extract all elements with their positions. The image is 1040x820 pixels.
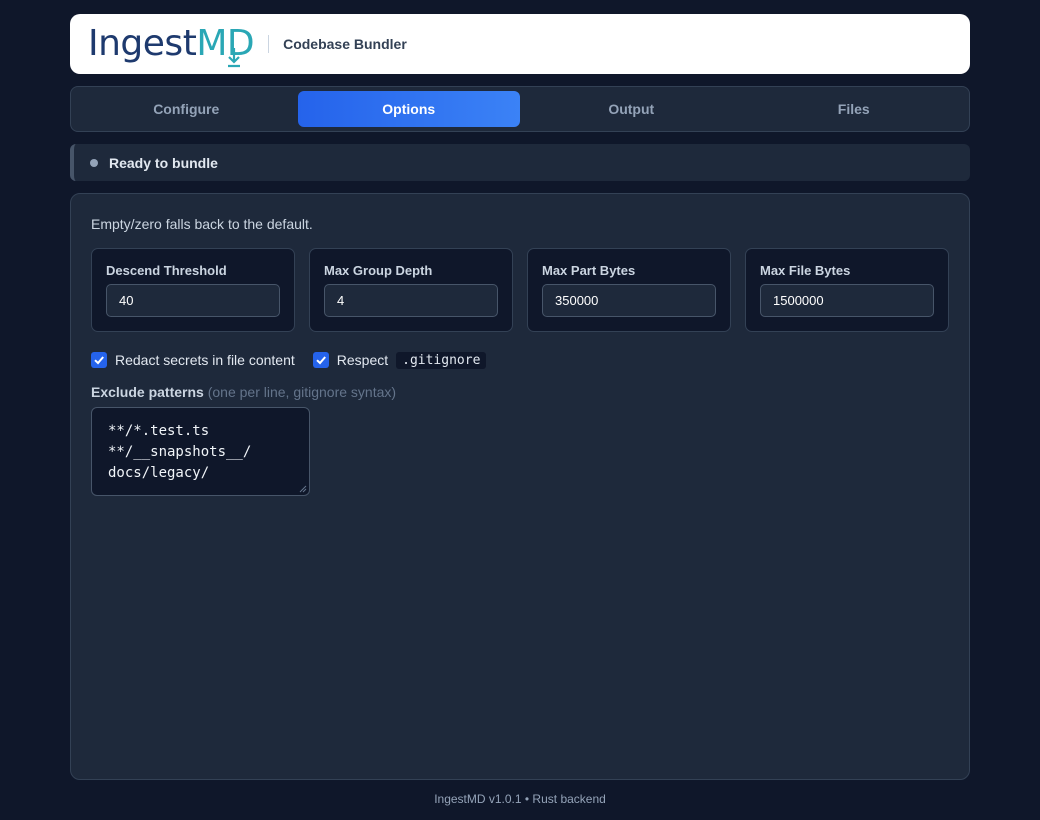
header-divider bbox=[268, 35, 270, 53]
exclude-pattern-line: docs/legacy/ bbox=[108, 465, 210, 481]
tab-bar: Configure Options Output Files bbox=[70, 86, 970, 132]
max-file-bytes-card: Max File Bytes bbox=[745, 248, 949, 332]
download-arrow-icon bbox=[228, 48, 241, 68]
logo-md-text: MD bbox=[196, 23, 255, 64]
redact-secrets-checkbox[interactable] bbox=[91, 352, 107, 368]
checkmark-icon bbox=[94, 356, 104, 365]
exclude-patterns-textarea[interactable]: **/*.test.ts **/__snapshots__/ docs/lega… bbox=[91, 407, 310, 496]
redact-secrets-option: Redact secrets in file content bbox=[91, 352, 295, 368]
tab-output[interactable]: Output bbox=[520, 91, 743, 127]
respect-gitignore-label: Respect bbox=[336, 352, 389, 368]
exclude-patterns-label: Exclude patterns bbox=[91, 384, 204, 400]
max-part-bytes-label: Max Part Bytes bbox=[542, 263, 636, 278]
max-file-bytes-label: Max File Bytes bbox=[760, 263, 851, 278]
exclude-pattern-line: **/*.test.ts bbox=[108, 423, 210, 439]
max-group-depth-card: Max Group Depth bbox=[309, 248, 513, 332]
logo-text-md: MD bbox=[196, 23, 255, 68]
respect-gitignore-option: Respect .gitignore bbox=[312, 351, 487, 369]
app-subtitle: Codebase Bundler bbox=[283, 36, 407, 52]
footer-text: IngestMD v1.0.1 • Rust backend bbox=[434, 792, 606, 806]
app-header: Ingest MD Codebase Bundler bbox=[70, 14, 970, 74]
checkmark-icon bbox=[316, 356, 326, 365]
respect-gitignore-checkbox[interactable] bbox=[312, 352, 329, 368]
status-bar: Ready to bundle bbox=[70, 144, 970, 181]
status-dot-icon bbox=[90, 158, 98, 167]
tab-configure[interactable]: Configure bbox=[75, 91, 298, 127]
checkbox-row: Redact secrets in file content Respect .… bbox=[91, 350, 949, 370]
redact-secrets-label: Redact secrets in file content bbox=[115, 352, 295, 368]
tab-files[interactable]: Files bbox=[743, 91, 966, 127]
tab-options[interactable]: Options bbox=[297, 91, 520, 127]
exclude-patterns-hint: (one per line, gitignore syntax) bbox=[207, 384, 397, 400]
options-panel: Empty/zero falls back to the default. De… bbox=[70, 193, 970, 780]
descend-threshold-label: Descend Threshold bbox=[106, 263, 227, 278]
resize-handle-icon[interactable] bbox=[299, 485, 307, 493]
exclude-pattern-line: **/__snapshots__/ bbox=[108, 444, 252, 460]
options-hint: Empty/zero falls back to the default. bbox=[91, 216, 313, 232]
logo-text-ingest: Ingest bbox=[88, 23, 197, 64]
max-group-depth-label: Max Group Depth bbox=[324, 263, 433, 278]
numeric-fields: Descend Threshold Max Group Depth Max Pa… bbox=[91, 248, 949, 332]
descend-threshold-input[interactable] bbox=[106, 284, 280, 317]
max-part-bytes-input[interactable] bbox=[542, 284, 716, 317]
max-group-depth-input[interactable] bbox=[324, 284, 498, 317]
max-file-bytes-input[interactable] bbox=[760, 284, 934, 317]
status-text: Ready to bundle bbox=[109, 154, 218, 171]
gitignore-code: .gitignore bbox=[396, 351, 487, 369]
exclude-patterns-heading: Exclude patterns (one per line, gitignor… bbox=[91, 384, 949, 400]
descend-threshold-card: Descend Threshold bbox=[91, 248, 295, 332]
ingestmd-logo: Ingest MD bbox=[88, 23, 255, 68]
max-part-bytes-card: Max Part Bytes bbox=[527, 248, 731, 332]
